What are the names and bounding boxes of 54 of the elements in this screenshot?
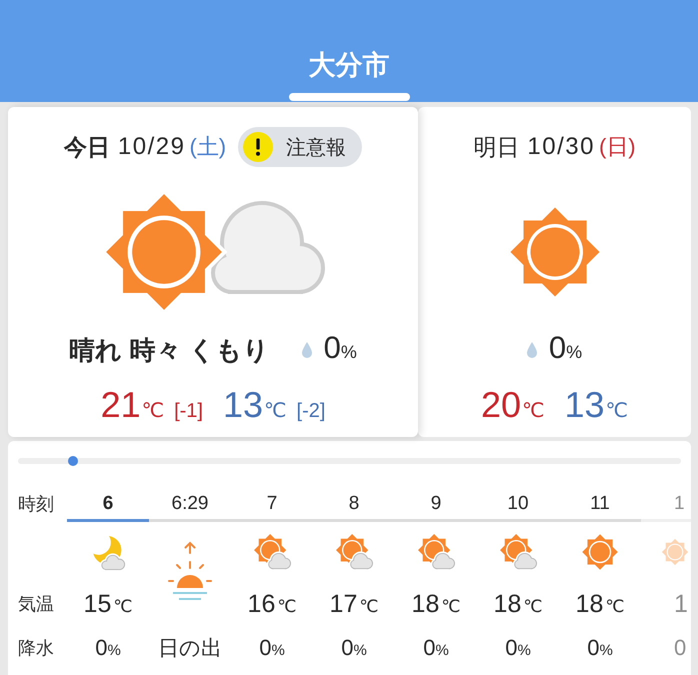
low-temp-diff: [-2] (296, 400, 326, 423)
hour-tab[interactable]: 9 (395, 482, 477, 522)
hour-tab[interactable]: 7 (231, 482, 313, 522)
day-label: 今日 (64, 132, 110, 162)
hour-temp: 18℃ (412, 590, 460, 618)
sunrise-label: 日の出 (158, 636, 222, 662)
weekday-text: (土) (189, 133, 226, 161)
low-temp: 13℃ (223, 389, 287, 427)
row-label: 気温 (18, 593, 55, 616)
raindrop-icon (526, 342, 537, 358)
hour-tab[interactable]: 11 (559, 482, 641, 522)
hour-temp: 18℃ (494, 590, 542, 618)
sun-cloud-icon (417, 533, 455, 571)
precip-value: 0% (324, 333, 357, 367)
hour-precip: 0% (259, 635, 285, 661)
hour-precip: 0% (95, 635, 121, 661)
hour-precip: 0% (341, 635, 367, 661)
scroll-thumb[interactable] (68, 456, 78, 466)
weather-text: 晴れ 時々 くもり (69, 337, 270, 363)
sunrise-icon (167, 541, 213, 603)
high-temp-diff: [-1] (174, 400, 203, 423)
hour-temp: 15℃ (84, 590, 132, 618)
scroll-track[interactable] (18, 458, 681, 464)
hour-precip: 0% (505, 635, 531, 661)
sun-cloud-icon (335, 533, 373, 571)
date-text: 10/29 (118, 133, 186, 161)
sun-cloud-icon (105, 191, 327, 313)
hour-temp: 16℃ (248, 590, 296, 618)
hour-tab[interactable]: 10 (477, 482, 559, 522)
alert-badge[interactable]: 注意報 (238, 127, 362, 167)
hour-temp: 17℃ (330, 590, 378, 618)
row-label: 時刻 (18, 493, 55, 516)
sun-cloud-icon (499, 533, 537, 571)
hour-precip: 0% (423, 635, 449, 661)
sun-cloud-icon (253, 533, 291, 571)
hour-tab[interactable]: 6:29 (149, 482, 231, 522)
row-label: 降水 (18, 637, 55, 660)
raindrop-icon (302, 342, 312, 358)
date-text: 10/30 (527, 133, 595, 161)
day-card[interactable]: 今日 10/29 (土) 注意報 晴れ 時々 くもり 0% 21℃ [-1] 13℃ [-2] (8, 107, 418, 437)
hour-precip: 0 (674, 635, 686, 661)
weekday-text: (日) (598, 133, 636, 161)
high-temp: 21℃ (100, 389, 164, 427)
hour-temp: 1 (674, 590, 688, 618)
hour-tab[interactable]: 6 (67, 482, 149, 522)
day-label: 明日 (473, 132, 520, 162)
high-temp: 20℃ (480, 389, 544, 427)
hour-tab[interactable]: 8 (313, 482, 395, 522)
day-card[interactable]: 明日 10/30 (日) 0% 20℃ 13℃ (418, 107, 691, 437)
hour-precip: 0% (587, 635, 613, 661)
warning-icon (243, 132, 274, 162)
low-temp: 13℃ (564, 389, 628, 427)
precip-value: 0% (548, 333, 582, 367)
hour-temp: 18℃ (576, 590, 624, 618)
